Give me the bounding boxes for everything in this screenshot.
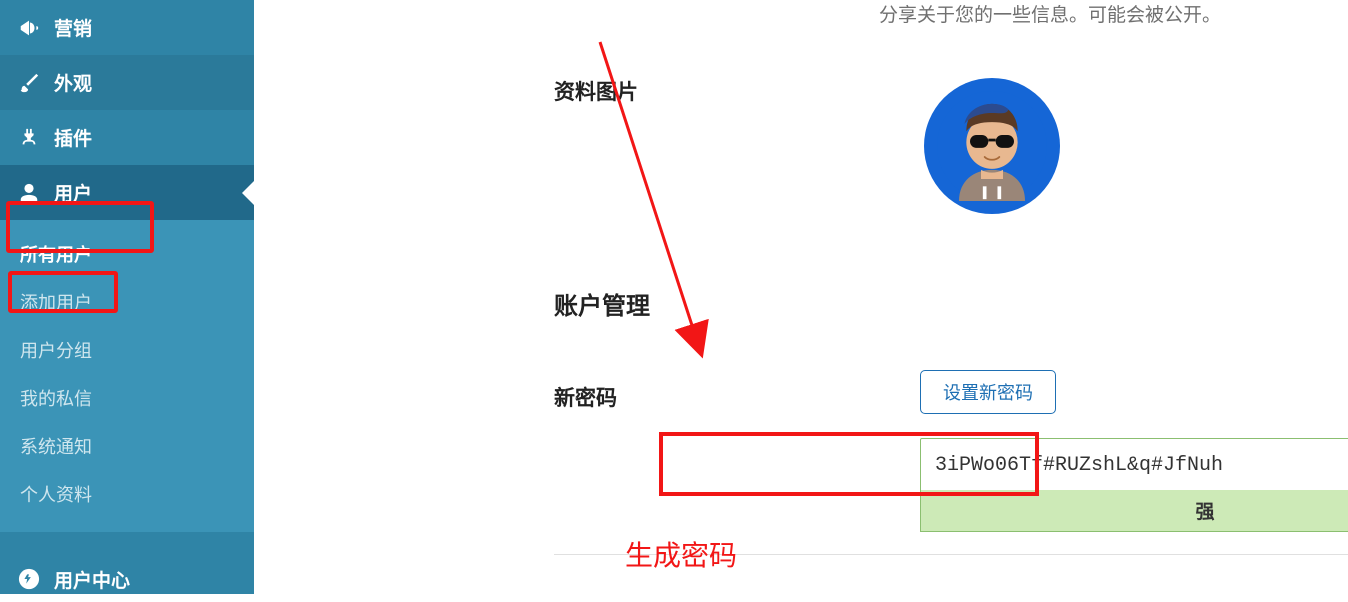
sidebar-submenu: 所有用户 添加用户 用户分组 我的私信 系统通知 个人资料 [0, 220, 254, 532]
submenu-system-notify[interactable]: 系统通知 [0, 422, 254, 470]
submenu-my-messages[interactable]: 我的私信 [0, 374, 254, 422]
avatar-illustration-icon [937, 91, 1047, 201]
sidebar-item-label: 营销 [54, 14, 92, 41]
sidebar-item-label: 外观 [54, 69, 92, 96]
password-input[interactable] [920, 438, 1348, 492]
sidebar-item-appearance[interactable]: 外观 [0, 55, 254, 110]
label-new-password: 新密码 [554, 382, 617, 412]
megaphone-icon [18, 17, 40, 39]
password-strength-indicator: 强 [920, 490, 1348, 532]
label-profile-picture: 资料图片 [554, 76, 638, 106]
submenu-profile[interactable]: 个人资料 [0, 470, 254, 518]
sidebar-item-plugins[interactable]: 插件 [0, 110, 254, 165]
avatar[interactable] [924, 78, 1060, 214]
submenu-add-user[interactable]: 添加用户 [0, 278, 254, 326]
sidebar-item-user-center[interactable]: 用户中心 [0, 556, 254, 602]
top-fragment-text: 分享关于您的一些信息。可能会被公开。 [879, 0, 1221, 27]
submenu-all-users[interactable]: 所有用户 [0, 230, 254, 278]
sidebar-item-label: 用户中心 [54, 566, 130, 593]
sidebar-item-label: 插件 [54, 124, 92, 151]
divider [554, 554, 1348, 555]
sidebar: 营销 外观 插件 用户 所有用户 添加用户 用户分组 我的私信 系统通知 个人资… [0, 0, 254, 594]
submenu-user-groups[interactable]: 用户分组 [0, 326, 254, 374]
sidebar-item-marketing[interactable]: 营销 [0, 0, 254, 55]
usercenter-icon [18, 568, 40, 590]
user-icon [18, 182, 40, 204]
main-content: 分享关于您的一些信息。可能会被公开。 资料图片 账户管理 新密码 设置新密码 强… [254, 0, 1348, 594]
sidebar-item-label: 用户 [54, 179, 92, 206]
set-password-button[interactable]: 设置新密码 [920, 370, 1056, 414]
sidebar-item-users[interactable]: 用户 [0, 165, 254, 220]
plug-icon [18, 127, 40, 149]
paintbrush-icon [18, 72, 40, 94]
label-account-management: 账户管理 [554, 286, 650, 321]
